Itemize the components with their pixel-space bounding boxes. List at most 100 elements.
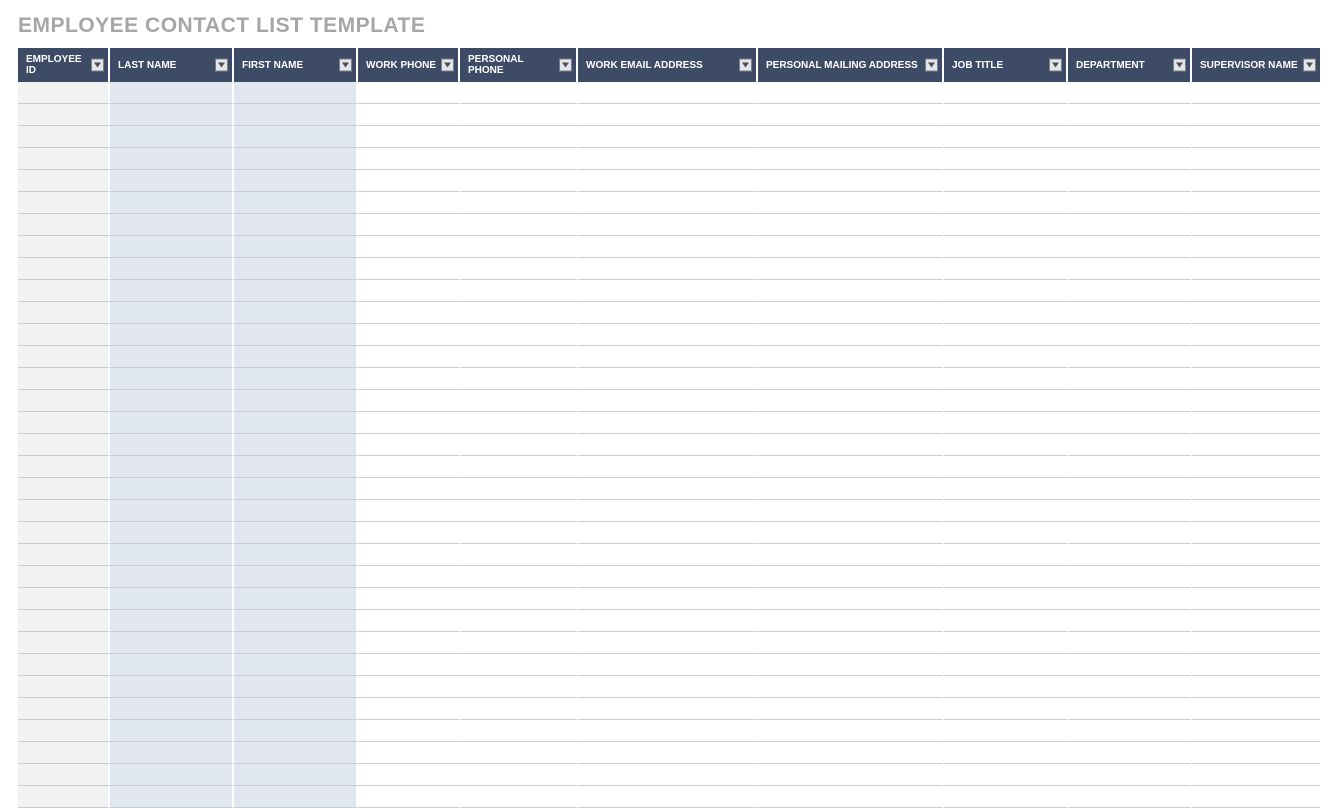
cell[interactable] <box>358 566 460 588</box>
cell[interactable] <box>1068 412 1192 434</box>
cell[interactable] <box>1192 676 1320 698</box>
cell[interactable] <box>578 742 758 764</box>
cell[interactable] <box>110 456 234 478</box>
cell[interactable] <box>358 764 460 786</box>
filter-dropdown-icon[interactable] <box>1049 59 1062 72</box>
column-header-last-name[interactable]: LAST NAME <box>110 48 234 82</box>
cell[interactable] <box>460 368 578 390</box>
cell[interactable] <box>1068 302 1192 324</box>
column-header-work-email-address[interactable]: WORK EMAIL ADDRESS <box>578 48 758 82</box>
cell[interactable] <box>110 566 234 588</box>
cell[interactable] <box>358 324 460 346</box>
cell[interactable] <box>358 456 460 478</box>
cell[interactable] <box>578 544 758 566</box>
cell[interactable] <box>1068 126 1192 148</box>
cell[interactable] <box>110 764 234 786</box>
cell[interactable] <box>460 456 578 478</box>
cell[interactable] <box>358 588 460 610</box>
cell[interactable] <box>1068 764 1192 786</box>
cell[interactable] <box>944 368 1068 390</box>
cell[interactable] <box>758 170 944 192</box>
cell[interactable] <box>234 654 358 676</box>
cell[interactable] <box>234 764 358 786</box>
cell[interactable] <box>578 280 758 302</box>
cell[interactable] <box>460 324 578 346</box>
cell[interactable] <box>1068 742 1192 764</box>
cell[interactable] <box>1192 214 1320 236</box>
cell[interactable] <box>578 654 758 676</box>
cell[interactable] <box>758 764 944 786</box>
cell[interactable] <box>758 632 944 654</box>
cell[interactable] <box>1068 390 1192 412</box>
cell[interactable] <box>358 742 460 764</box>
cell[interactable] <box>110 390 234 412</box>
cell[interactable] <box>1192 434 1320 456</box>
cell[interactable] <box>234 126 358 148</box>
cell[interactable] <box>110 500 234 522</box>
cell[interactable] <box>758 434 944 456</box>
cell[interactable] <box>234 720 358 742</box>
cell[interactable] <box>758 698 944 720</box>
cell[interactable] <box>110 478 234 500</box>
cell[interactable] <box>578 764 758 786</box>
cell[interactable] <box>358 148 460 170</box>
cell[interactable] <box>758 610 944 632</box>
cell[interactable] <box>460 610 578 632</box>
cell[interactable] <box>944 786 1068 808</box>
cell[interactable] <box>1068 258 1192 280</box>
cell[interactable] <box>578 104 758 126</box>
cell[interactable] <box>944 214 1068 236</box>
cell[interactable] <box>944 566 1068 588</box>
cell[interactable] <box>1068 368 1192 390</box>
column-header-department[interactable]: DEPARTMENT <box>1068 48 1192 82</box>
column-header-job-title[interactable]: JOB TITLE <box>944 48 1068 82</box>
cell[interactable] <box>1068 632 1192 654</box>
cell[interactable] <box>358 412 460 434</box>
cell[interactable] <box>944 632 1068 654</box>
cell[interactable] <box>758 236 944 258</box>
cell[interactable] <box>944 500 1068 522</box>
cell[interactable] <box>944 390 1068 412</box>
cell[interactable] <box>110 412 234 434</box>
cell[interactable] <box>1068 478 1192 500</box>
cell[interactable] <box>1192 258 1320 280</box>
cell[interactable] <box>578 368 758 390</box>
filter-dropdown-icon[interactable] <box>1303 59 1316 72</box>
cell[interactable] <box>460 192 578 214</box>
cell[interactable] <box>944 720 1068 742</box>
cell[interactable] <box>578 390 758 412</box>
cell[interactable] <box>1192 544 1320 566</box>
cell[interactable] <box>460 214 578 236</box>
cell[interactable] <box>578 698 758 720</box>
cell[interactable] <box>758 126 944 148</box>
cell[interactable] <box>110 544 234 566</box>
cell[interactable] <box>1068 346 1192 368</box>
cell[interactable] <box>234 104 358 126</box>
column-header-personal-phone[interactable]: PERSONAL PHONE <box>460 48 578 82</box>
cell[interactable] <box>944 192 1068 214</box>
cell[interactable] <box>1068 676 1192 698</box>
cell[interactable] <box>460 82 578 104</box>
cell[interactable] <box>1068 588 1192 610</box>
cell[interactable] <box>758 192 944 214</box>
cell[interactable] <box>234 170 358 192</box>
cell[interactable] <box>234 522 358 544</box>
cell[interactable] <box>1192 764 1320 786</box>
cell[interactable] <box>758 104 944 126</box>
cell[interactable] <box>1192 126 1320 148</box>
column-header-supervisor-name[interactable]: SUPERVISOR NAME <box>1192 48 1320 82</box>
cell[interactable] <box>358 170 460 192</box>
column-header-work-phone[interactable]: WORK PHONE <box>358 48 460 82</box>
cell[interactable] <box>1192 588 1320 610</box>
cell[interactable] <box>234 390 358 412</box>
cell[interactable] <box>758 412 944 434</box>
cell[interactable] <box>110 368 234 390</box>
cell[interactable] <box>460 236 578 258</box>
cell[interactable] <box>1192 478 1320 500</box>
cell[interactable] <box>944 236 1068 258</box>
cell[interactable] <box>460 654 578 676</box>
cell[interactable] <box>578 478 758 500</box>
cell[interactable] <box>944 588 1068 610</box>
cell[interactable] <box>110 192 234 214</box>
cell[interactable] <box>110 324 234 346</box>
